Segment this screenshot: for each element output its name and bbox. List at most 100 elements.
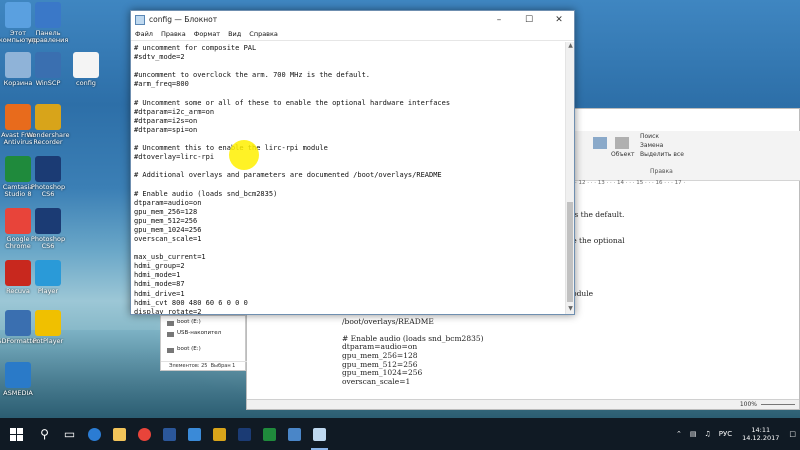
task-view-icon[interactable]: ▭ [57,418,82,450]
editor-line[interactable]: #dtparam=i2s=on [134,117,562,126]
chrome-icon[interactable] [132,418,157,450]
shortcut-icon [73,52,99,78]
ribbon-replace[interactable]: Замена [640,142,663,149]
photoshop-icon[interactable] [232,418,257,450]
cursor-highlight [229,140,259,170]
desktop-shortcut[interactable]: Photoshop CS6 [24,208,72,250]
editor-line[interactable]: # uncomment for composite PAL [134,44,562,53]
explorer-icon[interactable] [107,418,132,450]
clock[interactable]: 14:11 14.12.2017 [742,426,779,442]
notepad-taskbar-icon[interactable] [307,418,332,450]
editor-line[interactable] [134,89,562,98]
desktop-shortcut[interactable]: PotPlayer [24,310,72,352]
menu-file[interactable]: Файл [135,30,153,38]
shortcut-label: Панель управления [27,30,69,44]
explorer-count: Элементов: 25 [169,363,208,369]
editor-line[interactable]: max_usb_current=1 [134,253,562,262]
shortcut-label: Player [37,288,59,295]
word-ribbon: Объект Поиск Замена Выделить все Правка [575,131,800,181]
store-icon[interactable] [182,418,207,450]
ribbon-search[interactable]: Поиск [640,133,659,140]
editor-line[interactable]: display_rotate=2 [134,308,562,314]
network-icon[interactable]: ▤ [690,430,697,438]
explorer-selected: Выбран 1 [210,363,236,369]
editor-line[interactable]: hdmi_mode=1 [134,271,562,280]
editor-line[interactable] [134,162,562,171]
start-button[interactable] [0,418,32,450]
object-icon[interactable] [615,137,629,149]
desktop-shortcut[interactable]: Photoshop CS6 [24,156,72,198]
maximize-button[interactable]: ☐ [514,11,544,28]
notifications-icon[interactable]: □ [789,430,796,438]
editor-line[interactable]: #dtparam=i2c_arm=on [134,108,562,117]
menu-edit[interactable]: Правка [161,30,186,38]
editor-line[interactable]: gpu_mem_256=128 [134,208,562,217]
explorer-item[interactable]: boot (E:) [177,346,201,352]
desktop-shortcut[interactable]: Панель управления [24,2,72,44]
explorer-item[interactable]: USB-накопител [177,330,221,336]
menu-view[interactable]: Вид [228,30,241,38]
vertical-scrollbar[interactable]: ▲ ▼ [565,42,574,314]
editor-line[interactable]: # Uncomment some or all of these to enab… [134,99,562,108]
editor-line[interactable] [134,244,562,253]
editor-line[interactable]: hdmi_cvt 800 480 60 6 0 0 0 [134,299,562,308]
tray-chevron-icon[interactable]: ⌃ [676,430,682,438]
object-label[interactable]: Объект [611,151,634,158]
explorer-window[interactable]: boot (E:) USB-накопител boot (E:) Элемен… [160,315,247,371]
editor-line[interactable] [134,62,562,71]
zoom-level[interactable]: 100% [740,401,757,408]
shortcut-label: Photoshop CS6 [30,236,66,250]
shortcut-icon [35,104,61,130]
desktop-shortcut[interactable]: Player [24,260,72,302]
drive-icon [167,348,174,353]
notepad-window[interactable]: config — Блокнот – ☐ ✕ Файл Правка Форма… [130,10,575,315]
edge-icon[interactable] [82,418,107,450]
editor-line[interactable]: #dtoverlay=lirc-rpi [134,153,562,162]
editor-line[interactable]: # Enable audio (loads snd_bcm2835) [134,190,562,199]
volume-icon[interactable]: ♫ [705,430,711,438]
editor-line[interactable] [134,135,562,144]
paste-icon[interactable] [593,137,607,149]
desktop-shortcut[interactable]: Wondershare Recorder [24,104,72,146]
winscp-icon[interactable] [282,418,307,450]
scroll-down-icon[interactable]: ▼ [566,305,575,314]
desktop-shortcut[interactable]: config [62,52,110,94]
ribbon-select-all[interactable]: Выделить все [640,151,684,158]
editor-line[interactable]: # Additional overlays and parameters are… [134,171,562,180]
word-icon[interactable] [157,418,182,450]
editor-line[interactable]: hdmi_group=2 [134,262,562,271]
shortcut-label: Wondershare Recorder [26,132,70,146]
menu-help[interactable]: Справка [249,30,278,38]
title-bar[interactable]: config — Блокнот – ☐ ✕ [131,11,574,28]
usb-drive-icon [167,332,174,337]
scroll-up-icon[interactable]: ▲ [566,42,575,51]
camtasia-icon[interactable] [257,418,282,450]
editor-line[interactable]: hdmi_mode=87 [134,280,562,289]
editor-line[interactable]: # Uncomment this to enable the lirc-rpi … [134,144,562,153]
recorder-icon[interactable] [207,418,232,450]
word-line: /boot/overlays/README [342,316,434,326]
minimize-button[interactable]: – [484,11,514,28]
editor-line[interactable]: #dtparam=spi=on [134,126,562,135]
close-button[interactable]: ✕ [544,11,574,28]
zoom-slider[interactable] [761,404,795,405]
editor-line[interactable]: #arm_freq=800 [134,80,562,89]
editor-line[interactable]: overscan_scale=1 [134,235,562,244]
shortcut-label: PotPlayer [32,338,64,345]
scroll-thumb[interactable] [567,202,573,302]
editor-line[interactable] [134,180,562,189]
menu-format[interactable]: Формат [194,30,220,38]
notepad-icon [135,14,145,25]
editor-line[interactable]: #sdtv_mode=2 [134,53,562,62]
editor-line[interactable]: #uncomment to overclock the arm. 700 MHz… [134,71,562,80]
editor-line[interactable]: gpu_mem_512=256 [134,217,562,226]
editor-line[interactable]: dtparam=audio=on [134,199,562,208]
explorer-item[interactable]: boot (E:) [177,319,201,325]
editor-line[interactable]: hdmi_drive=1 [134,290,562,299]
language-indicator[interactable]: РУС [719,430,732,438]
text-editor[interactable]: # uncomment for composite PAL #sdtv_mode=… [131,42,565,314]
editor-line[interactable]: gpu_mem_1024=256 [134,226,562,235]
search-icon[interactable]: ⚲ [32,418,57,450]
desktop-shortcut[interactable]: ASMEDIA [0,362,42,404]
menu-bar: Файл Правка Формат Вид Справка [131,28,574,41]
